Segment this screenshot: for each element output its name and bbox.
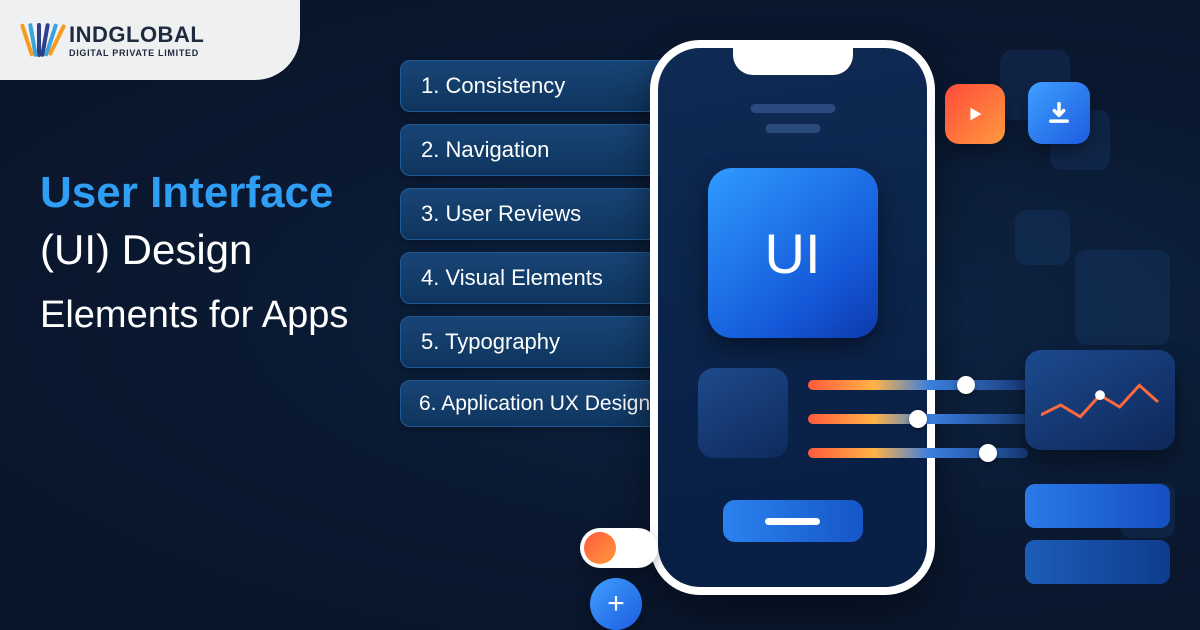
ui-tile: UI: [708, 168, 878, 338]
primary-button[interactable]: [723, 500, 863, 542]
list-item: 5. Typography: [400, 316, 669, 368]
slider[interactable]: [808, 414, 1028, 424]
logo-text: INDGLOBAL DIGITAL PRIVATE LIMITED: [69, 22, 204, 58]
button-label-bar: [765, 518, 820, 525]
elements-list: 1. Consistency 2. Navigation 3. User Rev…: [400, 60, 669, 427]
slider[interactable]: [808, 380, 1028, 390]
slider[interactable]: [808, 448, 1028, 458]
title-line-2: (UI) Design: [40, 226, 380, 274]
title-line-1: User Interface: [40, 170, 380, 216]
plus-icon: +: [607, 587, 625, 621]
action-bar[interactable]: [1025, 484, 1170, 528]
mini-chart-card: [1025, 350, 1175, 450]
bg-square: [1015, 210, 1070, 265]
page-title: User Interface (UI) Design Elements for …: [40, 170, 380, 340]
logo-icon: [25, 23, 59, 57]
download-icon[interactable]: [1028, 82, 1090, 144]
phone-mockup: UI: [650, 40, 935, 595]
slider-thumb[interactable]: [979, 444, 997, 462]
toggle-switch[interactable]: [580, 528, 658, 568]
bg-square: [1075, 250, 1170, 345]
list-item: 2. Navigation: [400, 124, 669, 176]
mini-tile: [698, 368, 788, 458]
toggle-knob: [584, 532, 616, 564]
list-item: 6. Application UX Design: [400, 380, 669, 427]
logo-tagline: DIGITAL PRIVATE LIMITED: [69, 48, 204, 58]
action-bar[interactable]: [1025, 540, 1170, 584]
logo-container: INDGLOBAL DIGITAL PRIVATE LIMITED: [0, 0, 300, 80]
list-item: 3. User Reviews: [400, 188, 669, 240]
play-icon[interactable]: [945, 84, 1005, 144]
list-item: 4. Visual Elements: [400, 252, 669, 304]
add-button[interactable]: +: [590, 578, 642, 630]
slider-thumb[interactable]: [957, 376, 975, 394]
placeholder-line: [765, 124, 820, 133]
slider-group: [808, 380, 1028, 458]
placeholder-line: [750, 104, 835, 113]
list-item: 1. Consistency: [400, 60, 669, 112]
title-line-3: Elements for Apps: [40, 292, 380, 340]
slider-thumb[interactable]: [909, 410, 927, 428]
logo-brand: INDGLOBAL: [69, 22, 204, 48]
phone-notch: [733, 47, 853, 75]
